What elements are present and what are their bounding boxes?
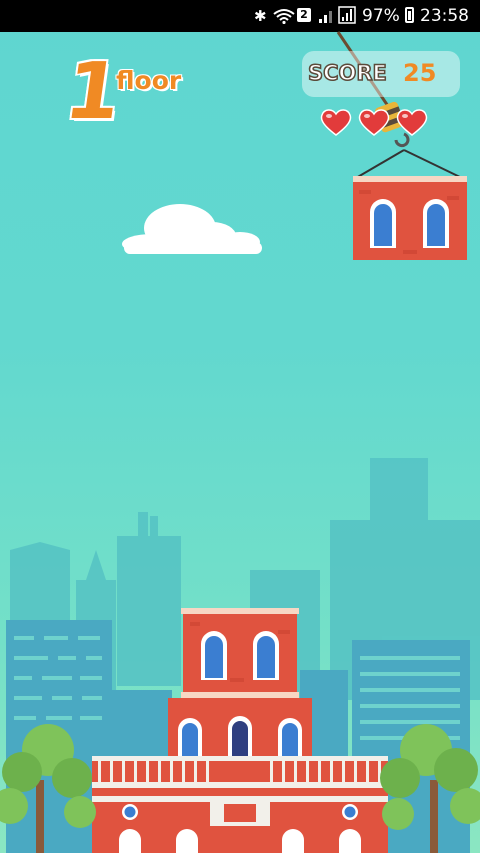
- heart-icon: [358, 109, 390, 136]
- stacked-block: [181, 608, 299, 698]
- game-screen[interactable]: ✱ 2 97% 23:58 1 floor SCORE 25: [0, 0, 480, 853]
- cloud: [122, 204, 262, 254]
- tree-right: [380, 724, 480, 853]
- heart-icon: [396, 109, 428, 136]
- score-panel: SCORE 25: [302, 51, 460, 97]
- swinging-block[interactable]: [353, 176, 467, 260]
- heart-icon: [320, 109, 352, 136]
- floor-label: floor: [116, 66, 182, 95]
- score-label: SCORE: [307, 60, 387, 86]
- tower: [0, 608, 480, 853]
- score-value: 25: [403, 59, 437, 87]
- tree-left: [0, 724, 96, 853]
- base-building: [92, 698, 388, 853]
